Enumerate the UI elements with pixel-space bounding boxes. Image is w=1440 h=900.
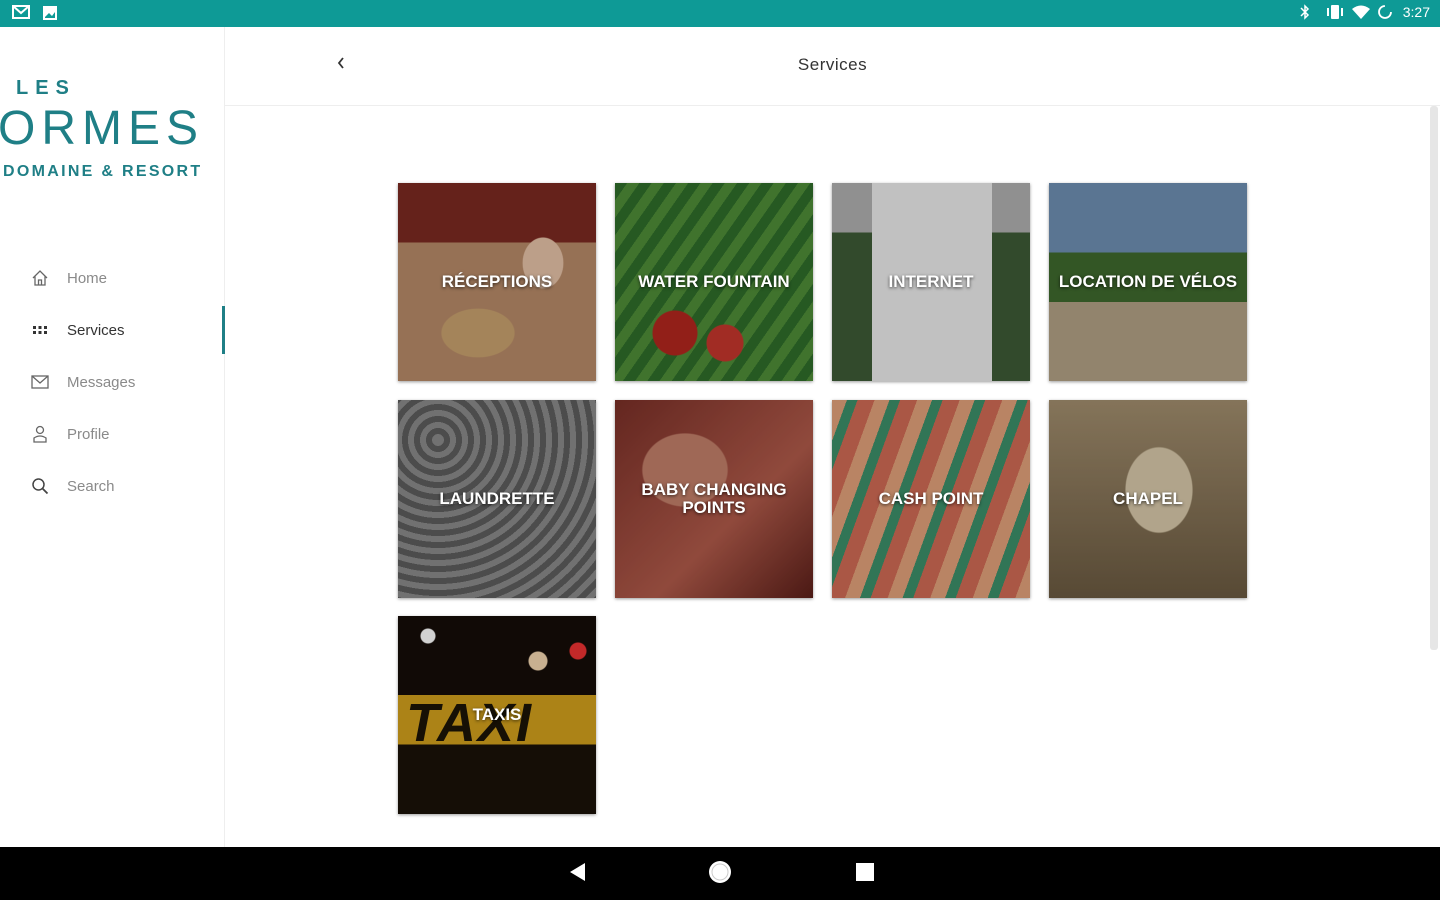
- tile-label: WATER FOUNTAIN: [638, 272, 790, 291]
- sidebar-item-label: Search: [67, 477, 115, 495]
- tile-water-fountain[interactable]: WATER FOUNTAIN: [615, 183, 813, 381]
- tile-label: INTERNET: [888, 272, 974, 291]
- nav-back-button[interactable]: [564, 861, 590, 887]
- tile-label: TAXIS: [472, 705, 522, 724]
- tile-location-de-velos[interactable]: LOCATION DE VÉLOS: [1049, 183, 1247, 381]
- android-nav-bar: [0, 847, 1440, 900]
- tile-receptions[interactable]: RÉCEPTIONS: [398, 183, 596, 381]
- nav-recents-button[interactable]: [852, 861, 878, 887]
- logo-main: ORMES: [0, 102, 205, 155]
- back-icon: [567, 861, 587, 888]
- logo-les: LES: [16, 77, 76, 99]
- tile-label: LOCATION DE VÉLOS: [1058, 272, 1238, 291]
- bluetooth-icon: [1299, 4, 1317, 20]
- tile-label: CASH POINT: [878, 489, 984, 508]
- user-icon: [30, 424, 50, 444]
- sidebar-item-label: Profile: [67, 425, 110, 443]
- logo-sub: DOMAINE & RESORT: [3, 163, 203, 180]
- sidebar: LES ORMES DOMAINE & RESORT Home Services…: [0, 27, 225, 847]
- status-bar: 3:27: [0, 0, 1440, 27]
- tile-cash-point[interactable]: CASH POINT: [832, 400, 1030, 598]
- sidebar-item-messages[interactable]: Messages: [0, 356, 224, 408]
- recents-icon: [855, 862, 875, 887]
- vibrate-icon: [1325, 4, 1343, 20]
- sidebar-item-profile[interactable]: Profile: [0, 408, 224, 460]
- wifi-icon: [1351, 4, 1370, 20]
- sidebar-item-services[interactable]: Services: [0, 304, 225, 356]
- home-icon: [707, 859, 733, 890]
- tile-label: LAUNDRETTE: [439, 489, 555, 508]
- clock: 3:27: [1402, 4, 1430, 20]
- sync-icon: [1377, 4, 1395, 20]
- mail-icon: [12, 5, 30, 21]
- tile-laundrette[interactable]: LAUNDRETTE: [398, 400, 596, 598]
- scrollbar[interactable]: [1430, 106, 1438, 650]
- nav-home-button[interactable]: [707, 859, 733, 890]
- sidebar-item-home[interactable]: Home: [0, 252, 224, 304]
- tile-baby-changing-points[interactable]: BABY CHANGING POINTS: [615, 400, 813, 598]
- sidebar-item-label: Services: [67, 321, 125, 339]
- page-header: Services: [225, 27, 1440, 106]
- tile-label: CHAPEL: [1113, 489, 1183, 508]
- sidebar-item-label: Home: [67, 269, 108, 287]
- search-icon: [30, 476, 50, 496]
- sidebar-nav: Home Services Messages Profile Search: [0, 252, 225, 512]
- sidebar-item-label: Messages: [67, 373, 136, 391]
- sidebar-item-search[interactable]: Search: [0, 460, 224, 512]
- tile-taxis[interactable]: TAXI TAXIS: [398, 616, 596, 814]
- page-title: Services: [797, 55, 868, 74]
- grid-icon: [30, 320, 50, 340]
- tile-label: BABY CHANGING POINTS: [641, 480, 787, 517]
- tile-label: RÉCEPTIONS: [441, 272, 553, 291]
- home-icon: [30, 268, 50, 288]
- mail-icon: [30, 372, 50, 392]
- tile-chapel[interactable]: CHAPEL: [1049, 400, 1247, 598]
- image-icon: [42, 5, 60, 21]
- tile-internet[interactable]: INTERNET: [832, 183, 1030, 381]
